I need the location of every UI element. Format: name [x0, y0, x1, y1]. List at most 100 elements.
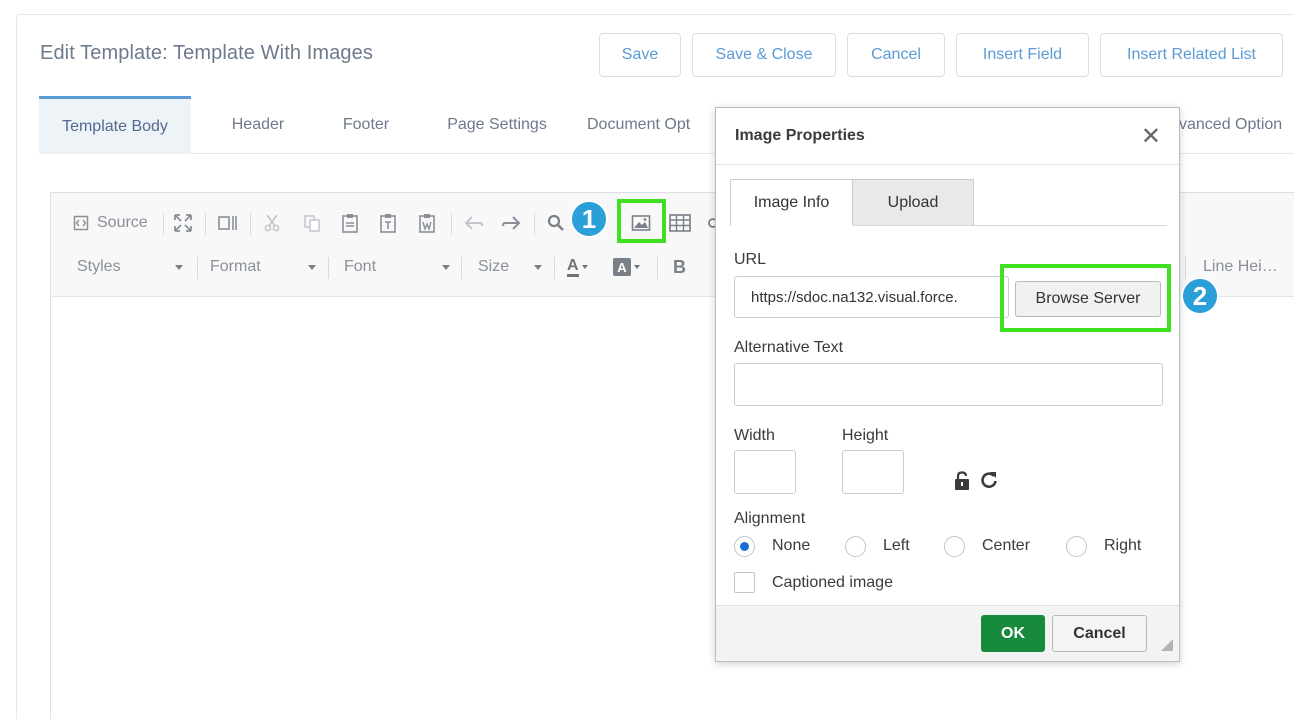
- format-label: Format: [210, 258, 261, 275]
- chevron-down-icon: [175, 265, 183, 270]
- maximize-button[interactable]: [173, 205, 193, 241]
- alignment-label: Alignment: [734, 510, 806, 527]
- format-combo[interactable]: Format: [210, 249, 316, 285]
- chevron-down-icon: [534, 265, 542, 270]
- save-button[interactable]: Save: [599, 33, 681, 77]
- redo-icon: [502, 216, 521, 230]
- tab-footer[interactable]: Footer: [321, 96, 411, 154]
- toolbar-separator: [205, 213, 206, 235]
- paste-icon: [342, 214, 358, 233]
- copy-button[interactable]: [303, 205, 321, 241]
- styles-label: Styles: [77, 258, 121, 275]
- browse-server-highlight: [1000, 264, 1171, 332]
- captioned-label: Captioned image: [772, 574, 893, 591]
- dialog-title: Image Properties: [735, 127, 865, 144]
- reset-size-button[interactable]: [979, 470, 999, 495]
- image-button-highlight: [617, 199, 666, 243]
- url-label: URL: [734, 251, 767, 268]
- text-color-button[interactable]: A: [567, 249, 588, 285]
- paste-text-button[interactable]: [379, 205, 397, 241]
- dialog-footer: OK Cancel: [716, 605, 1179, 661]
- tab-upload[interactable]: Upload: [852, 179, 974, 226]
- show-blocks-button[interactable]: [217, 205, 239, 241]
- toolbar-separator: [197, 257, 198, 279]
- chevron-down-icon: [442, 265, 450, 270]
- size-label: Size: [478, 258, 510, 275]
- captioned-checkbox[interactable]: [734, 572, 755, 593]
- callout-1: 1: [570, 200, 608, 238]
- callout-2: 2: [1181, 277, 1219, 315]
- text-color-label: A: [567, 257, 579, 277]
- alignment-none-label: None: [772, 537, 811, 554]
- alignment-center-radio[interactable]: [944, 536, 965, 557]
- toolbar-separator: [461, 257, 462, 279]
- source-icon: [73, 215, 89, 231]
- lock-ratio-button[interactable]: [953, 471, 971, 496]
- width-label: Width: [734, 427, 775, 444]
- width-field[interactable]: [734, 450, 796, 494]
- size-combo[interactable]: Size: [478, 249, 542, 285]
- cut-button[interactable]: [263, 205, 281, 241]
- toolbar-separator: [1185, 257, 1186, 279]
- source-button[interactable]: Source: [73, 205, 148, 241]
- scissors-icon: [264, 214, 280, 232]
- line-height-label: Line Hei…: [1203, 258, 1278, 275]
- paste-text-icon: [380, 214, 396, 233]
- paste-button[interactable]: [341, 205, 359, 241]
- toolbar-separator: [451, 213, 452, 235]
- undo-icon: [464, 216, 483, 230]
- paste-word-icon: [419, 214, 435, 233]
- find-button[interactable]: [547, 205, 565, 241]
- alt-text-field[interactable]: [734, 363, 1163, 406]
- tab-header[interactable]: Header: [211, 96, 305, 154]
- image-properties-dialog: Image Properties ✕ Image Info Upload URL…: [715, 107, 1180, 662]
- undo-button[interactable]: [464, 205, 484, 241]
- bold-button[interactable]: B: [673, 249, 686, 285]
- alignment-right-radio[interactable]: [1066, 536, 1087, 557]
- tab-document-options[interactable]: Document Opt: [587, 96, 715, 154]
- show-blocks-icon: [218, 216, 237, 230]
- maximize-icon: [174, 214, 192, 232]
- font-label: Font: [344, 258, 377, 275]
- font-combo[interactable]: Font: [344, 249, 450, 285]
- alignment-center-label: Center: [982, 537, 1031, 554]
- alignment-right-label: Right: [1104, 537, 1142, 554]
- lock-icon: [955, 471, 969, 490]
- table-icon: [669, 214, 691, 232]
- tab-advanced-options[interactable]: vanced Option: [1179, 96, 1294, 154]
- dialog-titlebar[interactable]: Image Properties ✕: [716, 108, 1179, 165]
- redo-button[interactable]: [501, 205, 521, 241]
- toolbar-separator: [554, 257, 555, 279]
- bg-color-button[interactable]: A: [613, 249, 640, 285]
- search-icon: [547, 214, 564, 231]
- dialog-cancel-button[interactable]: Cancel: [1052, 615, 1147, 652]
- alt-text-label: Alternative Text: [734, 339, 844, 356]
- height-field[interactable]: [842, 450, 904, 494]
- insert-field-button[interactable]: Insert Field: [956, 33, 1089, 77]
- alignment-left-label: Left: [883, 537, 910, 554]
- cancel-button[interactable]: Cancel: [847, 33, 945, 77]
- url-field[interactable]: https://sdoc.na132.visual.force.: [734, 276, 1009, 318]
- tab-page-settings[interactable]: Page Settings: [431, 96, 563, 154]
- line-height-combo[interactable]: Line Hei…: [1203, 249, 1293, 285]
- styles-combo[interactable]: Styles: [77, 249, 183, 285]
- resize-grip-icon[interactable]: [1161, 639, 1173, 651]
- bg-color-label: A: [613, 258, 631, 276]
- toolbar-separator: [250, 213, 251, 235]
- toolbar-separator: [657, 257, 658, 279]
- insert-related-list-button[interactable]: Insert Related List: [1100, 33, 1283, 77]
- tab-image-info[interactable]: Image Info: [730, 179, 853, 226]
- ok-button[interactable]: OK: [981, 615, 1045, 652]
- page-title: Edit Template: Template With Images: [40, 42, 373, 64]
- paste-word-button[interactable]: [418, 205, 436, 241]
- toolbar-separator: [328, 257, 329, 279]
- table-button[interactable]: [669, 205, 691, 241]
- alignment-left-radio[interactable]: [845, 536, 866, 557]
- toolbar-separator: [163, 213, 164, 235]
- source-label: Source: [97, 214, 148, 231]
- chevron-down-icon: [581, 265, 588, 269]
- close-icon[interactable]: ✕: [1141, 122, 1161, 151]
- save-close-button[interactable]: Save & Close: [692, 33, 836, 77]
- alignment-none-radio[interactable]: [734, 536, 755, 557]
- tab-template-body[interactable]: Template Body: [39, 96, 191, 154]
